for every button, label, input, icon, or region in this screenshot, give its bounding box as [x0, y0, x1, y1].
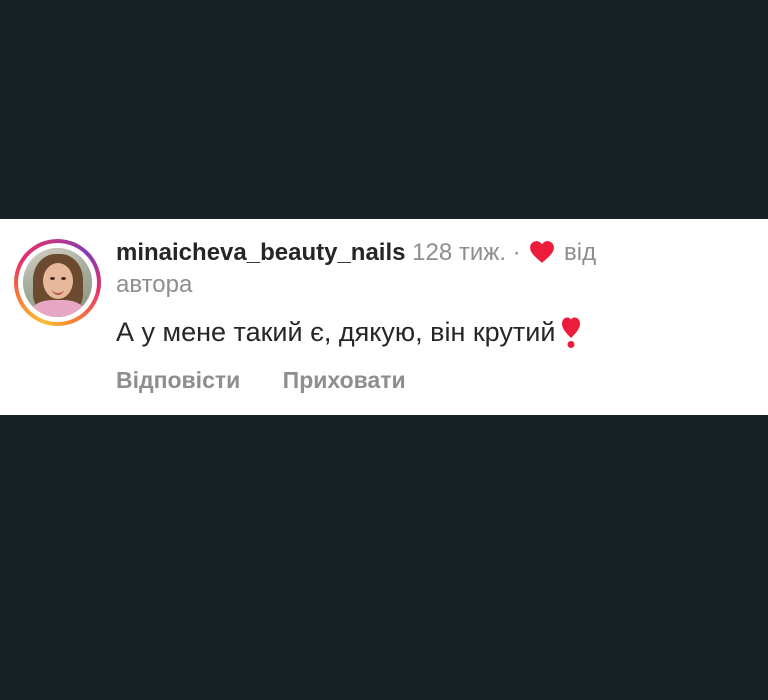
avatar-story-ring[interactable] [14, 239, 101, 326]
comment-content: minaicheva_beauty_nails 128 тиж. · від а… [116, 237, 676, 350]
avatar-gap [18, 243, 97, 322]
comment-header: minaicheva_beauty_nails 128 тиж. · від а… [116, 237, 676, 301]
heart-icon [530, 241, 555, 263]
separator-dot: · [512, 239, 521, 266]
heavy-heart-exclamation-icon [562, 317, 581, 348]
avatar-eye [50, 277, 55, 280]
username[interactable]: minaicheva_beauty_nails [116, 239, 405, 266]
comment-body: А у мене такий є, дякую, він крутий [116, 317, 556, 347]
comment-text: А у мене такий є, дякую, він крутий [116, 313, 676, 350]
comment-time[interactable]: 128 тиж. [412, 239, 506, 266]
avatar-shirt [31, 300, 85, 317]
comment-card: minaicheva_beauty_nails 128 тиж. · від а… [0, 219, 768, 415]
comment-actions: Відповісти Приховати [116, 365, 406, 395]
avatar-eye [61, 277, 66, 280]
screen: minaicheva_beauty_nails 128 тиж. · від а… [0, 0, 768, 700]
avatar[interactable] [23, 248, 92, 317]
hide-button[interactable]: Приховати [283, 365, 406, 395]
reply-button[interactable]: Відповісти [116, 365, 240, 395]
